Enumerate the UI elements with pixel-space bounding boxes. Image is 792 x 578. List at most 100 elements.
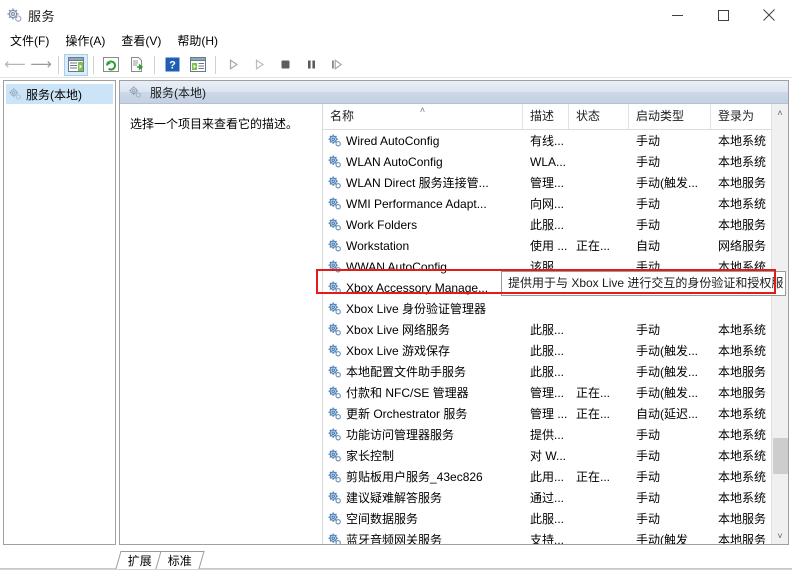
close-button[interactable] [746, 0, 792, 30]
menu-help[interactable]: 帮助(H) [169, 31, 226, 51]
menu-view[interactable]: 查看(V) [113, 31, 169, 51]
tab-standard[interactable]: 标准 [155, 551, 204, 569]
cell-startup-type: 手动(触发 [629, 531, 711, 544]
maximize-icon [718, 10, 729, 21]
cell-startup-type: 手动 [629, 447, 711, 464]
cell-log-on-as: 本地系统 [711, 321, 771, 338]
table-row[interactable]: Work Folders此服...手动本地服务 [323, 214, 771, 235]
cell-description: 此服... [523, 321, 569, 338]
console-tree-pane: 服务(本地) [3, 80, 116, 545]
main-body: 服务(本地) 服务(本地) [0, 78, 792, 545]
menu-action[interactable]: 操作(A) [57, 31, 113, 51]
cell-service-name: 蓝牙音频网关服务 [323, 531, 523, 544]
cell-service-name: Xbox Live 网络服务 [323, 321, 523, 338]
column-header-name[interactable]: ˄ 名称 [323, 104, 523, 129]
table-row[interactable]: Workstation使用 ...正在...自动网络服务 [323, 235, 771, 256]
cell-status: 正在... [569, 237, 629, 254]
table-row[interactable]: Xbox Live 身份验证管理器 [323, 298, 771, 319]
service-name-label: Xbox Live 身份验证管理器 [346, 300, 486, 317]
restart-service-icon[interactable] [325, 54, 349, 76]
tree-item-services-local[interactable]: 服务(本地) [6, 84, 113, 104]
service-gear-icon [327, 532, 342, 544]
pane-header: 服务(本地) [120, 81, 788, 104]
service-gear-icon [327, 259, 342, 274]
cell-service-name: Xbox Live 游戏保存 [323, 342, 523, 359]
scroll-down-arrow-icon[interactable]: ˅ [772, 527, 789, 544]
service-name-label: 剪贴板用户服务_43ec826 [346, 468, 483, 485]
table-row[interactable]: Xbox Live 网络服务此服...手动本地系统 [323, 319, 771, 340]
service-name-label: WLAN Direct 服务连接管... [346, 174, 489, 191]
column-header-description[interactable]: 描述 [523, 104, 569, 129]
tab-standard-label: 标准 [168, 552, 192, 570]
table-row[interactable]: 蓝牙音频网关服务支持...手动(触发本地服务 [323, 529, 771, 544]
table-row[interactable]: Wired AutoConfig有线...手动本地系统 [323, 130, 771, 151]
cell-description: 此服... [523, 363, 569, 380]
service-name-label: 本地配置文件助手服务 [346, 363, 466, 380]
cell-log-on-as: 本地服务 [711, 531, 771, 544]
tree-item-label: 服务(本地) [26, 86, 82, 103]
service-gear-icon [327, 343, 342, 358]
cell-service-name: Workstation [323, 238, 523, 253]
export-list-icon[interactable] [125, 54, 149, 76]
resume-service-icon[interactable] [247, 54, 271, 76]
pane-content: 选择一个项目来查看它的描述。 ˄ 名称 描述 状态 [120, 104, 788, 544]
window-title: 服务 [28, 6, 55, 25]
refresh-icon[interactable] [99, 54, 123, 76]
table-row[interactable]: 建议疑难解答服务通过...手动本地系统 [323, 487, 771, 508]
cell-service-name: Work Folders [323, 217, 523, 232]
properties-icon[interactable] [186, 54, 210, 76]
tab-extended-label: 扩展 [128, 552, 152, 570]
cell-log-on-as: 本地服务 [711, 174, 771, 191]
cell-description: 对 W... [523, 447, 569, 464]
cell-description: 向网... [523, 195, 569, 212]
table-row[interactable]: 付款和 NFC/SE 管理器管理...正在...手动(触发...本地服务 [323, 382, 771, 403]
scroll-up-arrow-icon[interactable]: ˄ [772, 104, 789, 121]
scrollbar-track[interactable] [772, 121, 789, 527]
start-service-icon[interactable] [221, 54, 245, 76]
cell-status: 正在... [569, 384, 629, 401]
service-name-label: WLAN AutoConfig [346, 155, 443, 169]
pause-service-icon[interactable] [299, 54, 323, 76]
status-bar [0, 569, 792, 578]
cell-service-name: Wired AutoConfig [323, 133, 523, 148]
column-header-status-label: 状态 [576, 107, 600, 124]
menu-file[interactable]: 文件(F) [2, 31, 57, 51]
table-row[interactable]: 本地配置文件助手服务此服...手动(触发...本地服务 [323, 361, 771, 382]
service-gear-icon [327, 427, 342, 442]
table-row[interactable]: 更新 Orchestrator 服务管理 ...正在...自动(延迟...本地系… [323, 403, 771, 424]
cell-description: 管理... [523, 384, 569, 401]
table-row[interactable]: 空间数据服务此服...手动本地服务 [323, 508, 771, 529]
table-row[interactable]: 功能访问管理器服务提供...手动本地系统 [323, 424, 771, 445]
stop-service-icon[interactable] [273, 54, 297, 76]
service-gear-icon [327, 133, 342, 148]
cell-startup-type: 自动(延迟... [629, 405, 711, 422]
service-gear-icon [327, 511, 342, 526]
show-hide-console-tree-icon[interactable] [64, 54, 88, 76]
table-row[interactable]: 家长控制对 W...手动本地系统 [323, 445, 771, 466]
service-gear-icon [327, 196, 342, 211]
cell-log-on-as: 本地系统 [711, 132, 771, 149]
service-gear-icon [327, 280, 342, 295]
cell-startup-type: 手动(触发... [629, 342, 711, 359]
back-arrow-icon[interactable]: ⟵ [3, 54, 27, 76]
service-name-label: 付款和 NFC/SE 管理器 [346, 384, 469, 401]
forward-arrow-icon[interactable]: ⟶ [29, 54, 53, 76]
maximize-button[interactable] [700, 0, 746, 30]
table-row[interactable]: WLAN Direct 服务连接管...管理...手动(触发...本地服务 [323, 172, 771, 193]
scrollbar-thumb[interactable] [773, 438, 788, 475]
table-row[interactable]: WLAN AutoConfigWLA...手动本地系统 [323, 151, 771, 172]
service-gear-icon [327, 448, 342, 463]
cell-startup-type: 手动 [629, 132, 711, 149]
help-icon[interactable]: ? [160, 54, 184, 76]
minimize-button[interactable] [654, 0, 700, 30]
cell-service-name: Xbox Accessory Manage... [323, 280, 523, 295]
table-row[interactable]: 剪贴板用户服务_43ec826此用...正在...手动本地系统 [323, 466, 771, 487]
view-tabs: 扩展 标准 [0, 545, 792, 569]
cell-service-name: 建议疑难解答服务 [323, 489, 523, 506]
sort-ascending-icon: ˄ [420, 106, 425, 115]
vertical-scrollbar[interactable]: ˄ ˅ [771, 104, 788, 544]
column-header-startup-type[interactable]: 启动类型 [629, 104, 711, 129]
table-row[interactable]: WMI Performance Adapt...向网...手动本地系统 [323, 193, 771, 214]
column-header-status[interactable]: 状态 [569, 104, 629, 129]
table-row[interactable]: Xbox Live 游戏保存此服...手动(触发...本地系统 [323, 340, 771, 361]
